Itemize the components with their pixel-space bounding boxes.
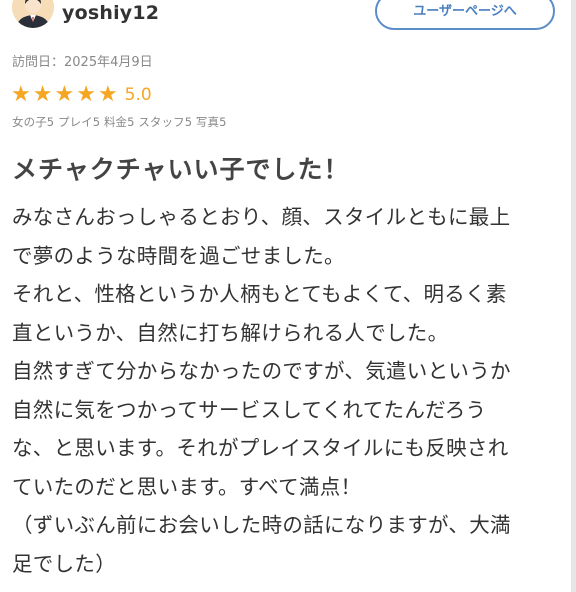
star-icon: ★ [76, 82, 96, 107]
review-line: で夢のような時間を過ごせました。 [12, 243, 345, 268]
user-page-button[interactable]: ユーザーページへ [375, 0, 555, 30]
review-line: 足でした） [12, 551, 116, 576]
review-title: メチャクチャいい子でした！ [12, 155, 350, 184]
review-line: 直というか、自然に打ち解けられる人でした。 [12, 320, 449, 345]
rating-breakdown: 女の子5 プレイ5 料金5 スタッフ5 写真5 [12, 115, 227, 129]
visit-date: 訪問日：2025年4月9日 [12, 55, 153, 70]
review-line: （ずいぶん前にお会いした時の話になりますが、大満 [12, 513, 511, 537]
review-line: それと、性格というか人柄もとてもよくて、明るく素 [12, 282, 507, 306]
rating-score: 5.0 [124, 85, 152, 105]
username[interactable]: yoshiy12 [62, 2, 159, 24]
review-line: 自然すぎて分からなかったのですが、気遣いというか [12, 359, 511, 383]
review-line: ていたのだと思います。すべて満点！ [12, 474, 362, 499]
review-line: な、と思います。それがプレイスタイルにも反映され [12, 436, 509, 460]
star-icon: ★ [97, 82, 118, 107]
review-body: みなさんおっしゃるとおり、顔、スタイルともに最上 で夢のような時間を過ごせました… [12, 198, 552, 583]
star-icon: ★ [54, 82, 75, 107]
star-icon: ★ [11, 82, 31, 107]
review-line: みなさんおっしゃるとおり、顔、スタイルともに最上 [12, 205, 511, 229]
star-icon: ★ [32, 82, 53, 107]
rating-row: ★ ★ ★ ★ ★ 5.0 [11, 83, 152, 107]
review-header: yoshiy12 ユーザーページへ [0, 0, 571, 40]
review-line: 自然に気をつかってサービスしてくれてたんだろう [12, 397, 487, 422]
star-rating: ★ ★ ★ ★ ★ [11, 83, 118, 107]
user-avatar-icon[interactable] [12, 0, 54, 28]
scroll-edge [571, 0, 576, 592]
